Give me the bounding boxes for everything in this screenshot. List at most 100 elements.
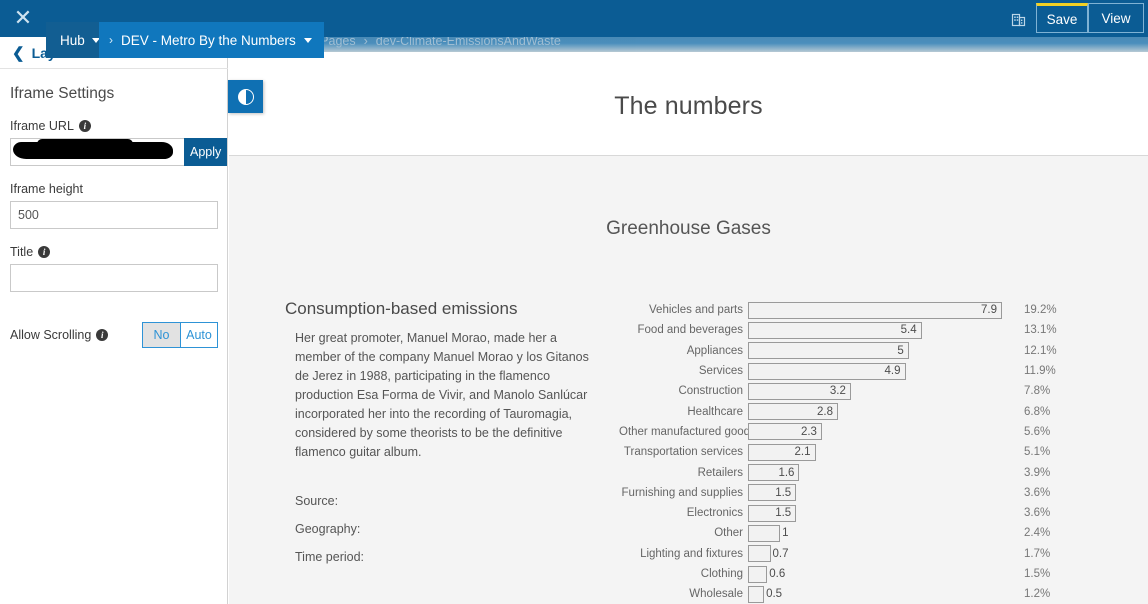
chart-bar-wrap: 1 [748, 524, 1010, 542]
iframe-height-label-text: Iframe height [10, 182, 83, 196]
allow-scrolling-label-text: Allow Scrolling [10, 328, 92, 342]
panel-title: Iframe Settings [10, 85, 115, 102]
chart-row-label: Vehicles and parts [649, 304, 743, 317]
iframe-settings-panel: ❮ Layout Iframe Settings Iframe URL i Ap… [0, 37, 228, 604]
chart-bar[interactable]: 2.8 [748, 403, 839, 421]
chart-row: Services 4.9 11.9% [619, 361, 1148, 381]
chart-bar-wrap: 4.9 [748, 362, 1010, 380]
chart-row: Electronics 1.5 3.6% [619, 503, 1148, 523]
chart-row-label: Appliances [686, 344, 743, 357]
iframe-height-input[interactable] [10, 201, 218, 229]
chart-row-percent: 1.5% [1024, 568, 1051, 580]
chart-row-percent: 2.4% [1024, 527, 1051, 540]
chart-bar[interactable]: 7.9 [748, 301, 1002, 319]
chart-row-label: Transportation services [623, 446, 743, 459]
chart-row-percent: 3.6% [1024, 486, 1051, 499]
gray-section: Greenhouse Gases Consumption-based emiss… [229, 156, 1148, 604]
text-column: Consumption-based emissions Her great pr… [229, 299, 619, 604]
iframe-url-input[interactable] [10, 138, 184, 166]
chart-bar-wrap: 5 [748, 342, 1010, 360]
chart-bar[interactable]: 5.4 [748, 321, 922, 339]
chart-bar-value: 0.6 [769, 568, 786, 580]
apply-button[interactable]: Apply [184, 138, 228, 166]
main-content: The numbers Greenhouse Gases Consumption… [229, 37, 1148, 604]
allow-scrolling-toggle: No Auto [142, 322, 218, 348]
tab-active-label: DEV - Metro By the Numbers [121, 32, 296, 48]
allow-scrolling-label: Allow Scrolling i [10, 328, 109, 342]
section-title: Greenhouse Gases [606, 218, 771, 239]
allow-scrolling-row: Allow Scrolling i No Auto [10, 322, 218, 348]
chevron-down-icon [303, 37, 312, 43]
chart-bar[interactable]: 2.3 [748, 423, 822, 441]
chart-bar-wrap: 2.1 [748, 443, 1010, 461]
chart-row-label: Food and beverages [637, 324, 744, 337]
title-field-label-text: Title [10, 245, 34, 259]
chart-bar-value: 0.5 [766, 588, 783, 601]
chart-bar-value: 0.7 [772, 547, 789, 560]
chart-row-label: Clothing [700, 568, 743, 580]
chart-bar[interactable]: 5 [748, 342, 909, 360]
chart-row: Wholesale 0.5 1.2% [619, 584, 1148, 604]
chart-bar[interactable]: 3.2 [748, 382, 851, 400]
info-icon[interactable]: i [78, 120, 91, 132]
chart-bar[interactable]: 1.5 [748, 504, 797, 522]
chart-row-percent: 3.9% [1024, 466, 1051, 479]
chart-bar[interactable] [748, 545, 771, 563]
iframe-url-row: Apply [10, 138, 228, 166]
chart-bar-wrap: 0.7 [748, 545, 1010, 563]
chevron-right-icon: › [109, 33, 113, 47]
info-icon[interactable]: i [38, 246, 51, 258]
chart-bar-wrap: 0.5 [748, 585, 1010, 603]
chart-bar[interactable]: 1.6 [748, 464, 800, 482]
tab-hub-label: Hub [60, 32, 85, 48]
chart-bar[interactable]: 4.9 [748, 362, 906, 380]
title-field-label: Title i [10, 245, 218, 259]
chart-bar[interactable] [748, 524, 781, 542]
chart-bar-wrap: 7.9 [748, 301, 1010, 319]
chart-bar-wrap: 2.3 [748, 423, 1010, 441]
chart-row: Lighting and fixtures 0.7 1.7% [619, 544, 1148, 564]
emissions-bar-chart: Vehicles and parts 7.9 19.2% Food and bever… [619, 299, 1148, 604]
scroll-option-no[interactable]: No [143, 323, 180, 347]
chart-row-label: Lighting and fixtures [640, 547, 743, 560]
close-icon[interactable]: ✕ [10, 5, 36, 31]
chevron-left-icon: ❮ [12, 44, 25, 62]
chart-bar[interactable]: 1.5 [748, 484, 797, 502]
chart-bar-value: 1 [782, 527, 789, 540]
building-icon[interactable] [1007, 8, 1029, 30]
chart-row-label: Other [714, 527, 743, 540]
chart-bar-wrap: 2.8 [748, 403, 1010, 421]
chart-row-percent: 12.1% [1024, 344, 1057, 357]
chart-row-percent: 13.1% [1024, 324, 1057, 337]
view-button[interactable]: View [1088, 3, 1144, 33]
chart-row: Transportation services 2.1 5.1% [619, 442, 1148, 462]
chart-row-percent: 3.6% [1024, 507, 1051, 520]
sub-heading: Consumption-based emissions [285, 299, 518, 318]
chart-column: Vehicles and parts 7.9 19.2% Food and bever… [619, 299, 1148, 604]
chart-row: Healthcare 2.8 6.8% [619, 401, 1148, 421]
save-button[interactable]: Save [1036, 3, 1088, 33]
info-icon[interactable]: i [96, 329, 109, 341]
chart-row-label: Wholesale [689, 588, 743, 601]
body-paragraph: Her great promoter, Manuel Morao, made h… [295, 331, 589, 459]
chart-row-label: Retailers [697, 466, 743, 479]
contrast-toggle-button[interactable] [228, 80, 263, 113]
iframe-height-label: Iframe height [10, 182, 218, 196]
chart-row-percent: 5.6% [1024, 425, 1051, 438]
chart-bar-wrap: 5.4 [748, 321, 1010, 339]
scroll-option-auto[interactable]: Auto [180, 323, 217, 347]
chart-row: Construction 3.2 7.8% [619, 381, 1148, 401]
chart-row-percent: 11.9% [1024, 365, 1056, 378]
chart-bar[interactable] [748, 585, 765, 603]
tab-dev-metro-by-the-numbers[interactable]: › DEV - Metro By the Numbers [99, 22, 324, 58]
chart-bar[interactable]: 2.1 [748, 443, 816, 461]
chart-bar[interactable] [748, 565, 768, 583]
chart-row-percent: 7.8% [1024, 385, 1051, 398]
iframe-url-label: Iframe URL i [10, 119, 218, 133]
iframe-url-label-text: Iframe URL [10, 119, 74, 133]
title-field-input[interactable] [10, 264, 218, 292]
chart-row-percent: 19.2% [1024, 304, 1057, 317]
contrast-icon [237, 88, 254, 105]
chart-row: Other 1 2.4% [619, 523, 1148, 543]
chart-row-label: Furnishing and supplies [621, 486, 743, 499]
